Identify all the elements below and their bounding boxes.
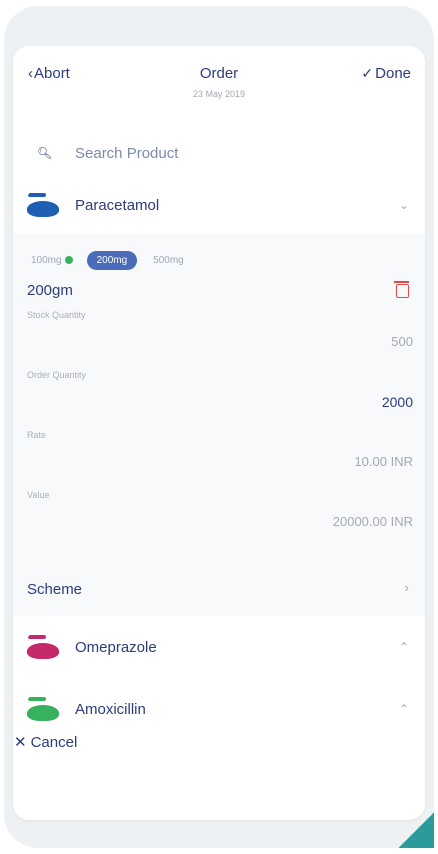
rate-field: Rate 10.00 INR xyxy=(13,426,425,486)
search-bar[interactable]: 🔍︎ xyxy=(13,130,425,176)
logo-tag xyxy=(28,635,46,639)
size-label: 200gm xyxy=(27,282,73,299)
product-row-omeprazole[interactable]: Omeprazole ⌃ xyxy=(13,616,425,678)
scheme-label: Scheme xyxy=(27,580,83,598)
in-stock-icon xyxy=(64,256,73,264)
product-name: Omeprazole xyxy=(75,638,157,656)
variant-100mg[interactable]: 100mg xyxy=(31,255,73,266)
stock-quantity-value: 500 xyxy=(391,334,413,349)
order-header: ‹ Abort Order 23 May 2019 ✓ Done xyxy=(13,46,425,130)
product-row-paracetamol[interactable]: Paracetamol ⌄ xyxy=(13,176,425,234)
chevron-down-icon[interactable]: ⌄ xyxy=(399,198,409,212)
product-name: Paracetamol xyxy=(75,196,160,214)
logo-tag xyxy=(28,193,46,197)
logo-band xyxy=(27,705,59,721)
product-name: Amoxicillin xyxy=(75,700,146,718)
done-button[interactable]: ✓ Done xyxy=(361,65,411,82)
variant-200mg[interactable]: 200mg xyxy=(86,250,138,270)
logo-band xyxy=(27,643,59,659)
search-input[interactable] xyxy=(75,144,375,162)
order-card: ‹ Abort Order 23 May 2019 ✓ Done 🔍︎ Para… xyxy=(13,46,425,820)
order-quantity-field[interactable]: Order Quantity 2000 xyxy=(13,366,425,426)
stock-quantity-field: Stock Quantity 500 xyxy=(13,306,425,366)
product-row-amoxicillin[interactable]: Amoxicillin ⌃ xyxy=(13,678,425,740)
paracetamol-logo xyxy=(25,187,61,223)
rate-value: 10.00 INR xyxy=(354,454,413,469)
close-icon: ✕ xyxy=(14,734,27,751)
chevron-up-icon[interactable]: ⌃ xyxy=(399,640,409,654)
done-label: Done xyxy=(375,65,411,82)
order-quantity-value[interactable]: 2000 xyxy=(382,394,413,410)
variant-selector: 100mg 200mg 500mg xyxy=(13,234,425,276)
value-field: Value 20000.00 INR xyxy=(13,486,425,546)
rate-label: Rate xyxy=(27,430,47,440)
scheme-row[interactable]: Scheme › xyxy=(13,562,425,616)
chevron-up-icon[interactable]: ⌃ xyxy=(399,702,409,716)
cancel-label: Cancel xyxy=(30,733,78,751)
chevron-right-icon: › xyxy=(404,580,409,595)
order-quantity-label: Order Quantity xyxy=(27,370,87,380)
selected-size-row: 200gm xyxy=(13,276,425,306)
logo-band xyxy=(27,201,59,217)
check-icon: ✓ xyxy=(361,65,374,81)
variant-500mg[interactable]: 500mg xyxy=(153,255,184,266)
stock-quantity-label: Stock Quantity xyxy=(27,310,86,320)
logo-tag xyxy=(28,697,46,701)
omeprazole-logo xyxy=(25,629,61,665)
amoxicillin-logo xyxy=(25,691,61,727)
value-amount: 20000.00 INR xyxy=(332,514,413,529)
search-icon: 🔍︎ xyxy=(37,146,53,160)
value-label: Value xyxy=(27,490,50,500)
delete-icon[interactable] xyxy=(394,281,409,298)
product-details: 100mg 200mg 500mg 200gm Stock Quantity 5… xyxy=(13,234,425,616)
cancel-button[interactable]: ✕ Cancel xyxy=(14,733,78,752)
order-date: 23 May 2019 xyxy=(192,89,246,99)
